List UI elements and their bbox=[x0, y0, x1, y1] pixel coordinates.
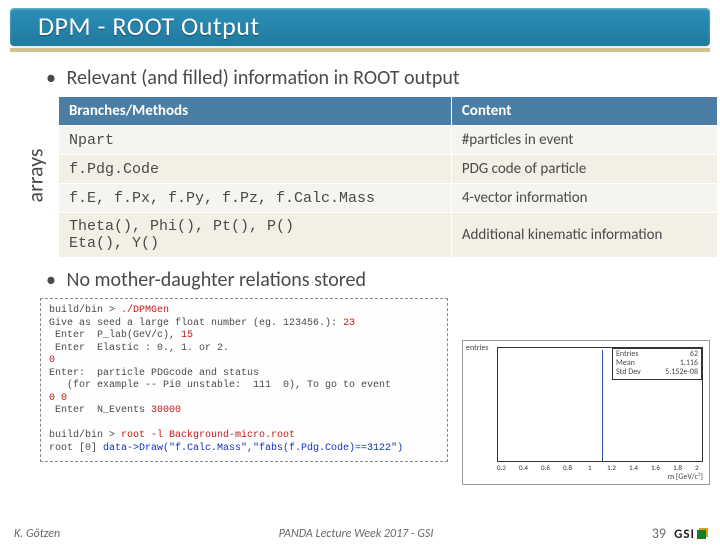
terminal-code-box: build/bin > ./DPMGen Give as seed a larg… bbox=[40, 298, 448, 462]
table-header-row: Branches/Methods Content bbox=[59, 97, 718, 126]
xtick: 1 bbox=[588, 463, 592, 472]
code-line: Enter P_lab(GeV/c), bbox=[49, 330, 181, 341]
xtick: 0.2 bbox=[497, 463, 506, 472]
stat-std-val: 5.152e-08 bbox=[665, 368, 698, 377]
code-blank bbox=[49, 418, 55, 429]
bullet-dot-icon: • bbox=[46, 66, 62, 90]
histogram-plot: entries Entries62 Mean1.116 Std Dev5.152… bbox=[462, 340, 710, 485]
code-cmd: ./DPMGen bbox=[121, 305, 169, 316]
table-row: Theta(), Phi(), Pt(), P() Eta(), Y() Add… bbox=[59, 213, 718, 258]
code-input: 23 bbox=[343, 318, 355, 329]
cell-content: PDG code of particle bbox=[451, 155, 717, 184]
cell-branch: f.E, f.Px, f.Py, f.Pz, f.Calc.Mass bbox=[59, 184, 452, 213]
code-cmd: root -l Background-micro.root bbox=[121, 430, 295, 441]
bullet-2: • No mother-daughter relations stored bbox=[46, 268, 720, 292]
code-input: 30000 bbox=[151, 405, 181, 416]
bullet-2-text: No mother-daughter relations stored bbox=[67, 268, 366, 292]
code-input: 0 bbox=[49, 355, 55, 366]
table-row: f.Pdg.Code PDG code of particle bbox=[59, 155, 718, 184]
xtick: 0.8 bbox=[563, 463, 572, 472]
cell-content: #particles in event bbox=[451, 126, 717, 155]
code-input: 0 0 bbox=[49, 393, 67, 404]
xtick: 1.2 bbox=[607, 463, 616, 472]
branches-table: Branches/Methods Content Npart #particle… bbox=[58, 96, 718, 258]
histogram-spike bbox=[602, 350, 603, 461]
arrays-side-label: arrays bbox=[21, 149, 48, 203]
xtick: 1.8 bbox=[673, 463, 682, 472]
branches-table-wrap: arrays Branches/Methods Content Npart #p… bbox=[40, 96, 708, 258]
xtick: 0.4 bbox=[519, 463, 528, 472]
title-underline bbox=[10, 48, 710, 52]
code-prompt: root [0] bbox=[49, 443, 103, 454]
code-input: 15 bbox=[181, 330, 193, 341]
code-prompt: build/bin > bbox=[49, 305, 121, 316]
page-number: 39 bbox=[652, 525, 666, 542]
gsi-logo-icon bbox=[697, 530, 706, 539]
xtick: 1.4 bbox=[629, 463, 638, 472]
plot-area: Entries62 Mean1.116 Std Dev5.152e-08 bbox=[497, 347, 703, 462]
cell-branch: Npart bbox=[59, 126, 452, 155]
code-prompt: build/bin > bbox=[49, 430, 121, 441]
bullet-1-text: Relevant (and filled) information in ROO… bbox=[67, 66, 460, 90]
code-line: Enter: particle PDGcode and status bbox=[49, 368, 259, 379]
footer-author: K. Götzen bbox=[14, 527, 60, 541]
cell-content: 4-vector information bbox=[451, 184, 717, 213]
code-line: Enter N_Events bbox=[49, 405, 151, 416]
bullet-1: • Relevant (and filled) information in R… bbox=[46, 66, 720, 90]
x-axis-label: m [GeV/c²] bbox=[668, 472, 703, 482]
code-draw-cmd: data->Draw("f.Calc.Mass","fabs(f.Pdg.Cod… bbox=[103, 443, 403, 454]
stat-box: Entries62 Mean1.116 Std Dev5.152e-08 bbox=[612, 348, 702, 380]
xtick: 1.6 bbox=[651, 463, 660, 472]
code-line: Give as seed a large float number (eg. 1… bbox=[49, 318, 343, 329]
code-line: (for example -- Pi0 unstable: 111 0), To… bbox=[49, 380, 391, 391]
slide-title-band: DPM - ROOT Output bbox=[10, 8, 710, 56]
header-branches: Branches/Methods bbox=[59, 97, 452, 126]
slide-title: DPM - ROOT Output bbox=[38, 10, 260, 42]
cell-content: Additional kinematic information bbox=[451, 213, 717, 258]
header-content: Content bbox=[451, 97, 717, 126]
xtick: 0.6 bbox=[541, 463, 550, 472]
cell-branch: f.Pdg.Code bbox=[59, 155, 452, 184]
stat-std-label: Std Dev bbox=[616, 368, 641, 377]
y-axis-label: entries bbox=[466, 343, 489, 353]
bullet-dot-icon: • bbox=[46, 268, 62, 292]
code-line: Enter Elastic : 0., 1. or 2. bbox=[49, 343, 229, 354]
slide-footer: K. Götzen PANDA Lecture Week 2017 - GSI … bbox=[0, 525, 720, 542]
table-row: f.E, f.Px, f.Py, f.Pz, f.Calc.Mass 4-vec… bbox=[59, 184, 718, 213]
table-row: Npart #particles in event bbox=[59, 126, 718, 155]
footer-venue: PANDA Lecture Week 2017 - GSI bbox=[279, 527, 434, 541]
xtick: 2 bbox=[695, 463, 699, 472]
cell-branch: Theta(), Phi(), Pt(), P() Eta(), Y() bbox=[59, 213, 452, 258]
